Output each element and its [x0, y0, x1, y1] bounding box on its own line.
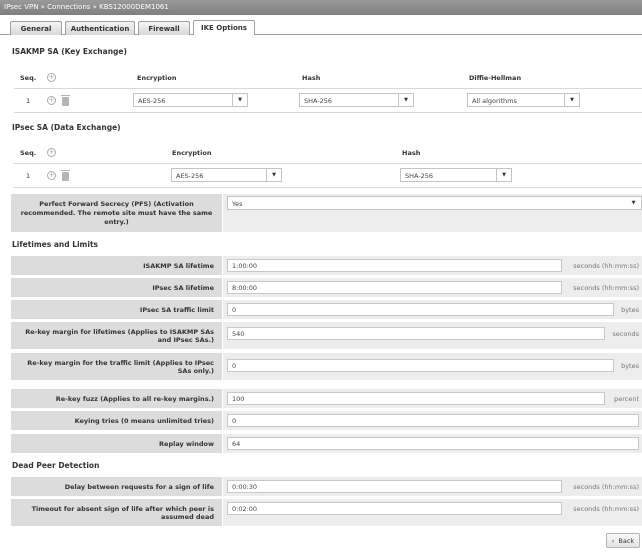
trash-icon[interactable] [61, 95, 70, 106]
tab-firewall[interactable]: Firewall [138, 21, 190, 35]
ipsec-section-title: IPsec SA (Data Exchange) [12, 123, 121, 132]
isakmp-lifetime-label: ISAKMP SA lifetime [11, 256, 222, 275]
dpd-timeout-input[interactable]: 0:02:00 [227, 502, 562, 515]
chevron-down-icon: ▼ [398, 94, 413, 106]
keying-tries-input[interactable]: 0 [227, 414, 639, 427]
chevron-down-icon: ▼ [631, 200, 636, 206]
breadcrumb: IPsec VPN » Connections » KBS12000DEM106… [0, 0, 642, 15]
chevron-down-icon: ▼ [266, 169, 281, 181]
ipsec-header-seq: Seq. [20, 149, 37, 157]
tab-authentication[interactable]: Authentication [65, 21, 135, 35]
isakmp-header-encryption: Encryption [137, 74, 177, 82]
ipsec-header-encryption: Encryption [172, 149, 212, 157]
dpd-section-title: Dead Peer Detection [12, 461, 100, 470]
ipsec-lifetime-label: IPsec SA lifetime [11, 278, 222, 297]
rekey-margin-traffic-label: Re-key margin for the traffic limit (App… [11, 353, 222, 380]
chevron-left-icon: ‹ [611, 536, 615, 545]
isakmp-dh-select[interactable]: All algorithms ▼ [467, 93, 580, 107]
unit-label: seconds (hh:mm:ss) [573, 262, 639, 270]
isakmp-section-title: ISAKMP SA (Key Exchange) [12, 47, 127, 56]
ipsec-seq: 1 [26, 172, 31, 180]
tab-ike-options[interactable]: IKE Options [193, 20, 255, 35]
trash-icon[interactable] [61, 170, 70, 181]
ipsec-traffic-limit-input[interactable]: 0 [227, 303, 614, 316]
tab-bar: General Authentication Firewall IKE Opti… [0, 15, 642, 35]
unit-label: seconds (hh:mm:ss) [573, 505, 639, 513]
ipsec-lifetime-input[interactable]: 8:00:00 [227, 281, 562, 294]
rekey-margin-lifetimes-label: Re-key margin for lifetimes (Applies to … [11, 322, 222, 349]
rekey-margin-lifetimes-input[interactable]: 540 [227, 327, 605, 340]
add-icon[interactable]: + [47, 171, 56, 180]
tab-general[interactable]: General [10, 21, 62, 35]
ipsec-hash-select[interactable]: SHA-256 ▼ [400, 168, 512, 182]
unit-label: seconds (hh:mm:ss) [573, 284, 639, 292]
back-button[interactable]: ‹ Back [606, 533, 640, 548]
isakmp-lifetime-input[interactable]: 1:00:00 [227, 259, 562, 272]
rekey-margin-traffic-input[interactable]: 0 [227, 359, 614, 372]
rekey-fuzz-input[interactable]: 100 [227, 392, 605, 405]
isakmp-encryption-select[interactable]: AES-256 ▼ [133, 93, 248, 107]
ipsec-traffic-limit-label: IPsec SA traffic limit [11, 300, 222, 319]
unit-label: percent [614, 395, 639, 403]
dpd-delay-input[interactable]: 0:00:30 [227, 480, 562, 493]
ipsec-header-hash: Hash [402, 149, 421, 157]
add-icon[interactable]: + [47, 96, 56, 105]
table-row [14, 163, 642, 188]
replay-window-label: Replay window [11, 434, 222, 453]
pfs-label: Perfect Forward Secrecy (PFS) (Activatio… [11, 194, 222, 232]
chevron-down-icon: ▼ [232, 94, 247, 106]
pfs-select[interactable]: Yes ▼ [227, 196, 642, 210]
rekey-fuzz-label: Re-key fuzz (Applies to all re-key margi… [11, 389, 222, 408]
dpd-delay-label: Delay between requests for a sign of lif… [11, 477, 222, 496]
unit-label: seconds [612, 330, 639, 338]
isakmp-header-dh: Diffie-Hellman [469, 74, 522, 82]
ipsec-encryption-select[interactable]: AES-256 ▼ [171, 168, 282, 182]
chevron-down-icon: ▼ [564, 94, 579, 106]
isakmp-header-seq: Seq. [20, 74, 37, 82]
unit-label: bytes [621, 306, 639, 314]
isakmp-hash-select[interactable]: SHA-256 ▼ [299, 93, 414, 107]
dpd-timeout-label: Timeout for absent sign of life after wh… [11, 499, 222, 526]
replay-window-input[interactable]: 64 [227, 437, 639, 450]
add-icon[interactable]: + [47, 148, 56, 157]
back-button-label: Back [618, 536, 635, 545]
isakmp-header-hash: Hash [302, 74, 321, 82]
isakmp-seq: 1 [26, 97, 31, 105]
lifetimes-section-title: Lifetimes and Limits [12, 240, 98, 249]
chevron-down-icon: ▼ [496, 169, 511, 181]
unit-label: bytes [621, 362, 639, 370]
unit-label: seconds (hh:mm:ss) [573, 483, 639, 491]
add-icon[interactable]: + [47, 73, 56, 82]
keying-tries-label: Keying tries (0 means unlimited tries) [11, 411, 222, 430]
